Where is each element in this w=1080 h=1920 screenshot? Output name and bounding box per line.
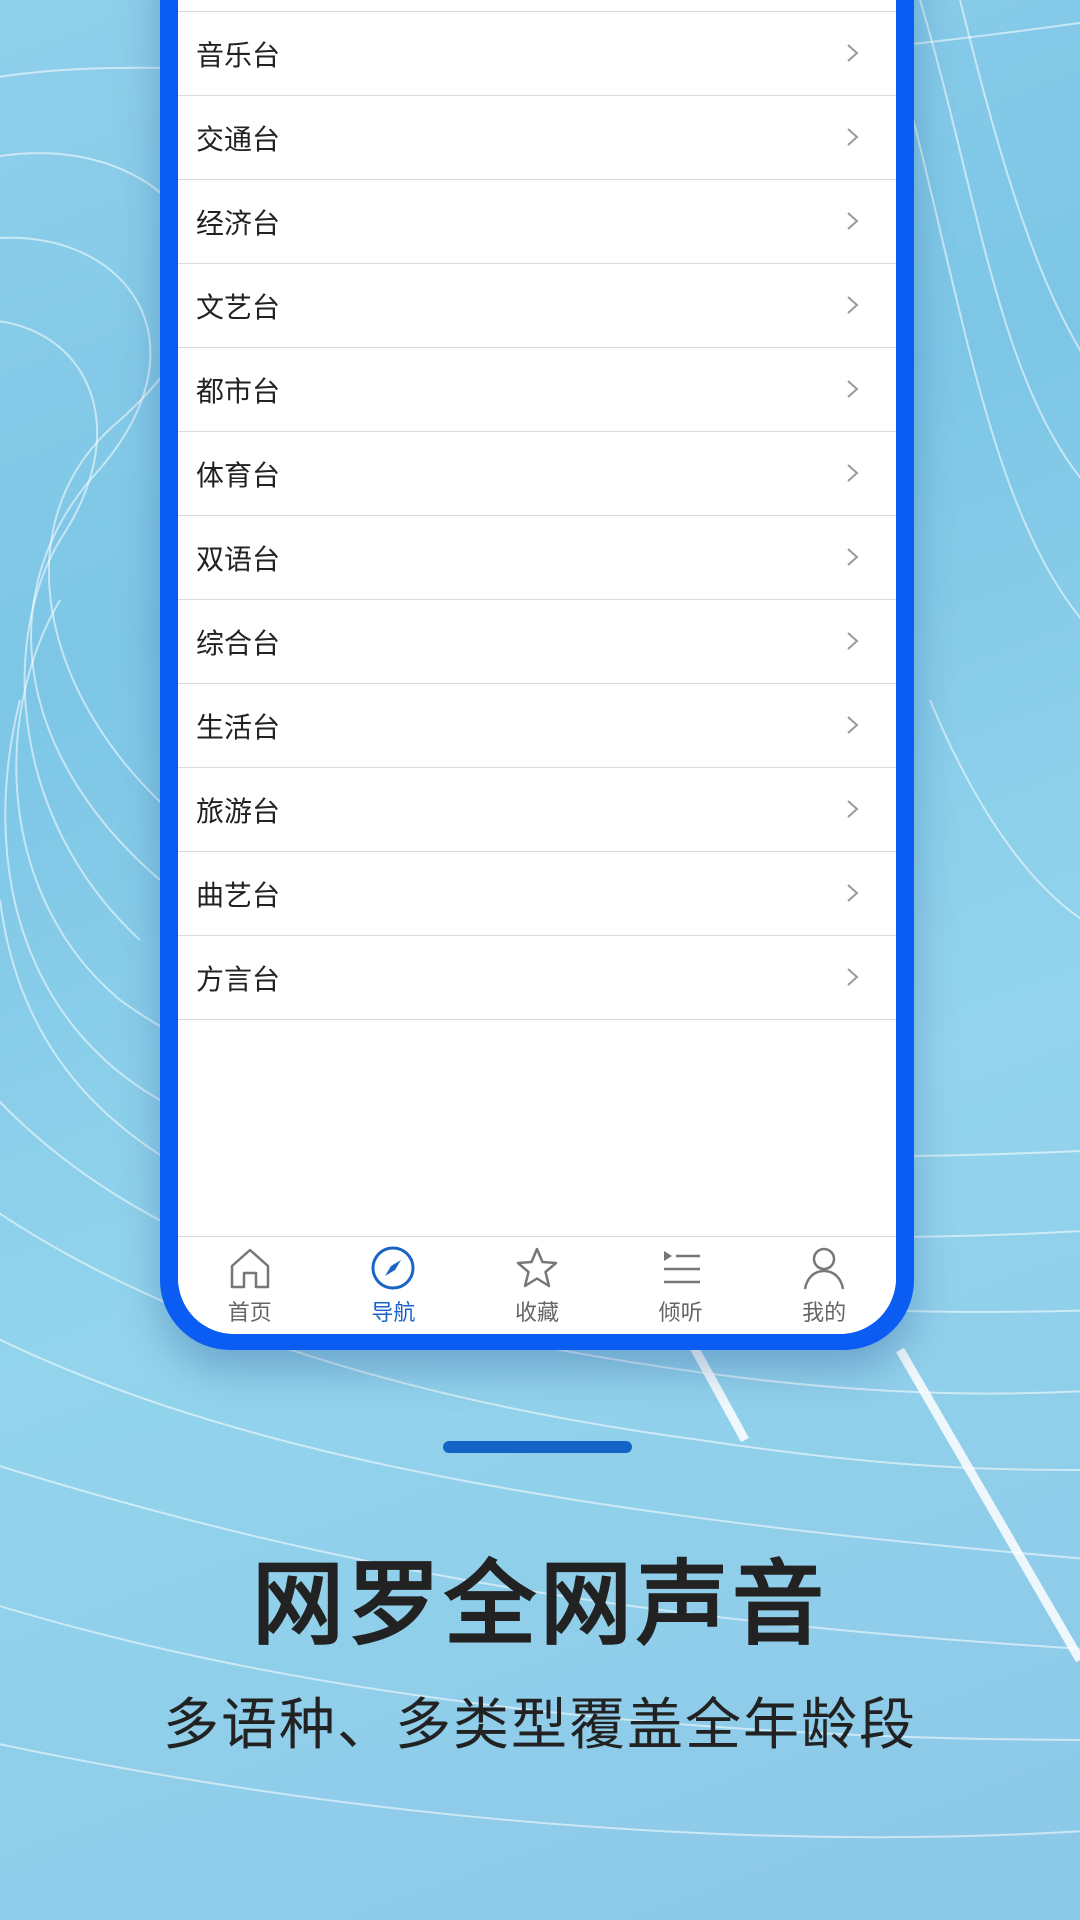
station-label: 生活台 [196,710,281,744]
station-list-item[interactable]: 音乐台 [178,12,896,96]
promo-subline: 多语种、多类型覆盖全年龄段 [163,1693,917,1758]
station-list-item[interactable]: 旅游台 [178,768,896,852]
chevron-right-icon [847,548,859,566]
compass-icon [371,1246,415,1290]
tab-home-label: 首页 [227,1301,272,1326]
station-label: 经济台 [196,206,281,240]
chevron-right-icon [847,380,859,398]
chevron-right-icon [847,128,859,146]
station-list-item[interactable]: 经济台 [178,180,896,264]
promo-headline: 网罗全网声音 [251,1550,828,1658]
chevron-right-icon [847,716,859,734]
tab-listen-label: 倾听 [658,1301,703,1326]
station-label: 双语台 [196,542,281,576]
station-list: 音乐台交通台经济台文艺台都市台体育台双语台综合台生活台旅游台曲艺台方言台 [178,0,896,1020]
chevron-right-icon [847,968,859,986]
station-list-item[interactable]: 生活台 [178,684,896,768]
station-list-item[interactable]: 文艺台 [178,264,896,348]
chevron-right-icon [847,296,859,314]
tab-home[interactable]: 首页 [178,1237,322,1334]
list-top-divider [178,0,896,12]
station-list-item[interactable]: 双语台 [178,516,896,600]
phone-screen: 音乐台交通台经济台文艺台都市台体育台双语台综合台生活台旅游台曲艺台方言台 首页 … [178,0,896,1334]
tab-favorites[interactable]: 收藏 [465,1237,609,1334]
home-icon [230,1248,270,1289]
station-list-item[interactable]: 交通台 [178,96,896,180]
chevron-right-icon [847,884,859,902]
station-label: 曲艺台 [196,878,281,912]
chevron-right-icon [847,632,859,650]
station-label: 音乐台 [196,38,281,72]
tab-favorites-label: 收藏 [514,1301,559,1326]
station-list-item[interactable]: 都市台 [178,348,896,432]
tab-navigation[interactable]: 导航 [322,1237,466,1334]
station-label: 都市台 [196,374,281,408]
bottom-tab-bar: 首页 导航 收藏 倾听 我的 [178,1236,896,1334]
tab-profile[interactable]: 我的 [752,1237,896,1334]
tab-profile-label: 我的 [802,1301,847,1326]
user-icon [803,1247,845,1290]
star-icon [516,1247,558,1288]
station-list-item[interactable]: 体育台 [178,432,896,516]
station-list-item[interactable]: 曲艺台 [178,852,896,936]
station-list-item[interactable]: 方言台 [178,936,896,1020]
playlist-icon [663,1251,700,1284]
station-label: 体育台 [196,458,281,492]
chevron-right-icon [847,464,859,482]
chevron-right-icon [847,800,859,818]
chevron-right-icon [847,44,859,62]
tab-navigation-label: 导航 [371,1301,416,1326]
home-indicator [443,1441,632,1453]
station-list-item[interactable]: 综合台 [178,600,896,684]
tab-listen[interactable]: 倾听 [609,1237,753,1334]
station-label: 文艺台 [196,290,281,324]
phone-frame: 音乐台交通台经济台文艺台都市台体育台双语台综合台生活台旅游台曲艺台方言台 首页 … [160,0,914,1350]
station-label: 方言台 [196,962,281,996]
station-label: 旅游台 [196,794,281,828]
station-label: 综合台 [196,626,281,660]
station-label: 交通台 [196,122,281,156]
chevron-right-icon [847,212,859,230]
